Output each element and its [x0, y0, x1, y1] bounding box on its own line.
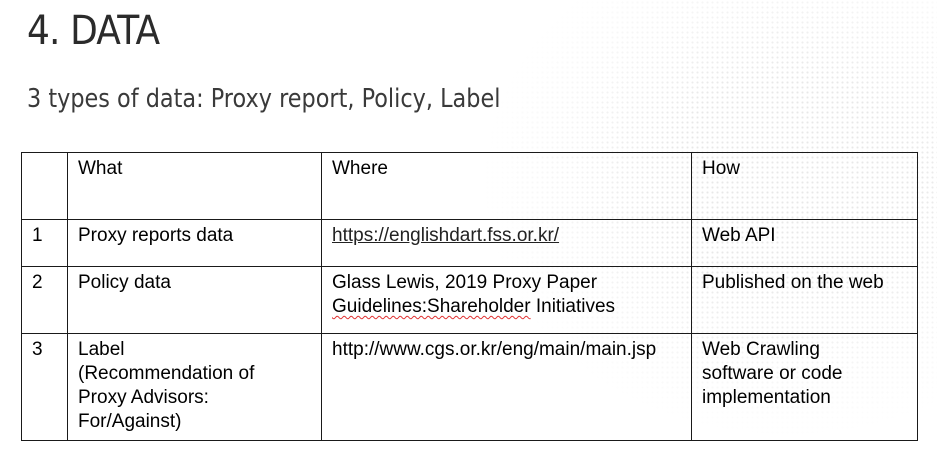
where-cell: http://www.cgs.or.kr/eng/main/main.jsp — [321, 333, 692, 441]
how-text-line-1: Web Crawling — [702, 339, 820, 360]
what-cell: Label (Recommendation of Proxy Advisors:… — [67, 333, 322, 441]
slide-title: 4. DATA — [27, 8, 160, 54]
what-text-line-4: For/Against) — [78, 411, 182, 432]
header-where-cell: Where — [321, 152, 692, 220]
row-number: 1 — [21, 219, 68, 267]
what-text-line-3: Proxy Advisors: — [78, 387, 209, 408]
where-text-tail: Initiatives — [530, 296, 616, 317]
what-text: Proxy reports data — [78, 225, 234, 246]
table-row: 2 Policy data Glass Lewis, 2019 Proxy Pa… — [21, 266, 918, 334]
row-number: 2 — [21, 266, 68, 334]
row-number: 3 — [21, 333, 68, 441]
what-text: Policy data — [78, 272, 171, 293]
where-text: http://www.cgs.or.kr/eng/main/main.jsp — [332, 339, 657, 360]
how-cell: Web Crawling software or code implementa… — [691, 333, 918, 441]
header-how-cell: How — [691, 152, 918, 220]
how-cell: Published on the web — [691, 266, 918, 334]
header-what-cell: What — [67, 152, 322, 220]
header-num-cell — [21, 152, 68, 220]
what-text-line-1: Label — [78, 339, 125, 360]
data-table: What Where How 1 Proxy reports data http… — [21, 152, 918, 441]
what-text-line-2: (Recommendation of — [78, 363, 255, 384]
table-header-row: What Where How — [21, 152, 918, 220]
where-text-line-1: Glass Lewis, 2019 Proxy Paper — [332, 272, 598, 293]
how-text-line-2: software or code — [702, 363, 843, 384]
what-cell: Proxy reports data — [67, 219, 322, 267]
what-cell: Policy data — [67, 266, 322, 334]
table-row: 1 Proxy reports data https://englishdart… — [21, 219, 918, 267]
where-link[interactable]: https://englishdart.fss.or.kr/ — [332, 224, 681, 248]
how-text-line-3: implementation — [702, 387, 831, 408]
where-cell: https://englishdart.fss.or.kr/ — [321, 219, 692, 267]
how-text: Published on the web — [702, 272, 884, 293]
table-row: 3 Label (Recommendation of Proxy Advisor… — [21, 333, 918, 441]
where-cell: Glass Lewis, 2019 Proxy Paper Guidelines… — [321, 266, 692, 334]
where-text-line-2: Guidelines:Shareholder Initiatives — [332, 295, 681, 319]
spellcheck-flagged-text: Guidelines:Shareholder — [332, 296, 531, 317]
how-cell: Web API — [691, 219, 918, 267]
how-text: Web API — [702, 225, 776, 246]
slide-subtitle: 3 types of data: Proxy report, Policy, L… — [27, 84, 501, 114]
